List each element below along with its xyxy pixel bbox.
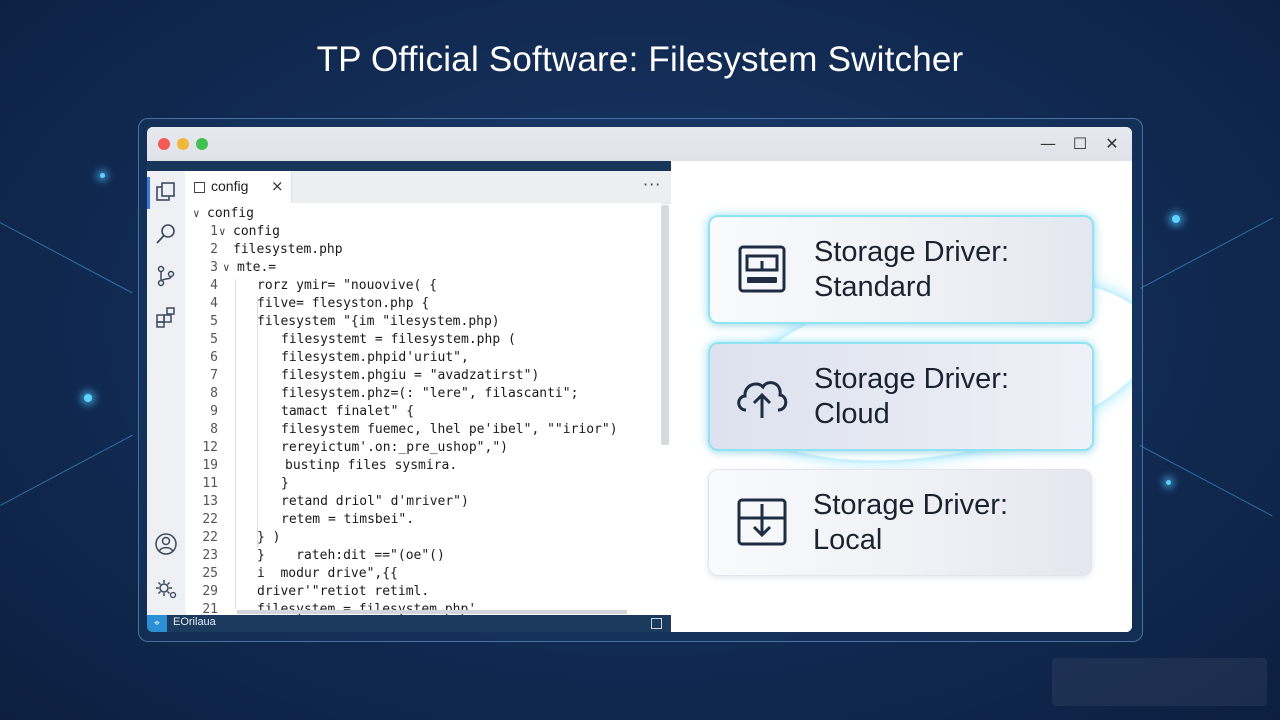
background-line-left-upper [0,222,133,294]
code-text: retand driol" d'mriver") [281,494,469,509]
storage-option-cloud[interactable]: Storage Driver: Cloud [708,342,1094,451]
storage-driver-panel: Storage Driver: Standard Storage Driver:… [671,161,1132,632]
tab-label: config [211,178,249,194]
indent-guide [257,297,258,547]
line-number: 29 [202,584,218,599]
storage-option-label: Storage Driver: Standard [814,236,1010,303]
active-indicator [147,177,150,209]
storage-option-standard[interactable]: Storage Driver: Standard [708,215,1094,324]
code-text: bustinp files sysmira. [285,458,458,473]
line-number: 9 [210,404,218,419]
line-number: 6 [210,350,218,365]
line-number: 23 [202,548,218,563]
code-text: mte.= [237,260,277,275]
storage-option-label: Storage Driver: Cloud [814,363,1010,430]
tab-config[interactable]: config × [185,171,292,203]
background-glow-dot [100,173,105,178]
source-control-icon[interactable] [153,263,179,289]
line-number: 4 [210,296,218,311]
line-number: 8 [210,386,218,401]
code-text: filesystem fuemec, lhel pe'ibel", ""irio… [281,422,618,437]
close-tab-icon[interactable]: × [271,177,284,195]
more-actions-icon[interactable]: ··· [643,175,661,194]
line-number: 19 [202,458,218,473]
fold-chevron-icon[interactable]: ∨ [223,259,230,277]
tab-bar: config × ··· [185,171,671,204]
app-window: — ☐ ✕ config × ··· ∨ config 1 config ∨ 2… [147,127,1132,632]
search-icon[interactable] [153,221,179,247]
line-number: 3 [210,260,218,275]
code-text: filesystem.phgiu = "avadzatirst") [281,368,540,383]
activity-bar [147,171,186,615]
maximize-button[interactable]: ☐ [1069,133,1091,155]
cloud-upload-icon [737,381,788,418]
code-text: config [233,224,280,239]
editor-top-bar [147,161,671,171]
files-icon[interactable] [153,179,179,205]
line-number: 22 [202,530,218,545]
vertical-scrollbar[interactable] [661,205,669,445]
indent-guide [235,279,236,609]
code-text: retem = timsbei". [281,512,415,527]
background-line-right-upper [1140,217,1273,289]
close-dot-button[interactable] [158,138,170,150]
code-text: } [281,476,289,491]
code-text: } rateh:dit =="(oe"() [257,548,445,563]
watermark [1052,658,1267,706]
layout-icon[interactable] [651,618,662,629]
storage-option-label: Storage Driver: Local [813,489,1009,556]
file-icon [194,182,205,193]
line-number: 13 [202,494,218,509]
line-number: 12 [202,440,218,455]
download-box-icon [737,498,787,546]
tree-root-text: config [207,206,254,221]
code-text: filesystem "{im "ilesystem.php) [257,314,500,329]
code-text: i modur drive",{{ [257,566,398,581]
status-bar: ⌖ EOrilaua [147,615,671,632]
code-text: } ) [257,530,281,545]
code-text: filve= flesyston.php { [257,296,430,311]
code-text: tamact finalet" { [281,404,415,419]
code-text: filesystem.php [233,242,343,257]
background-glow-dot [1172,215,1180,223]
code-text: rereyictum'.on:_pre_ushop",") [281,440,508,455]
drive-icon [738,245,786,293]
line-number: 8 [210,422,218,437]
extensions-icon[interactable] [153,305,179,331]
fold-chevron-icon[interactable]: ∨ [193,205,200,223]
line-number: 4 [210,278,218,293]
line-number: 22 [202,512,218,527]
background-glow-dot [1166,480,1171,485]
background-glow-dot [84,394,92,402]
line-number: 7 [210,368,218,383]
horizontal-scrollbar[interactable] [237,610,627,614]
minimize-button[interactable]: — [1037,133,1059,155]
title-bar: — ☐ ✕ [147,127,1132,161]
remote-icon[interactable]: ⌖ [147,615,167,632]
storage-option-local[interactable]: Storage Driver: Local [708,469,1092,576]
code-text: filesystem.phz=(: "lere", filascanti"; [281,386,579,401]
close-button[interactable]: ✕ [1101,133,1123,155]
code-text: rorz ymir= "nouovive( { [257,278,438,293]
page-title: TP Official Software: Filesystem Switche… [316,40,964,79]
fold-chevron-icon[interactable]: ∨ [219,223,226,241]
zoom-dot-button[interactable] [196,138,208,150]
background-line-left-lower [0,434,133,506]
settings-icon[interactable] [153,575,179,601]
line-number: 11 [202,476,218,491]
line-number: 25 [202,566,218,581]
code-text: filesystem.phpid'uriut", [281,350,469,365]
account-icon[interactable] [153,531,179,557]
line-number: 5 [210,332,218,347]
minimize-dot-button[interactable] [177,138,189,150]
code-text: filesystemt = filesystem.php ( [281,332,516,347]
code-text: driver'"retiot retiml. [257,584,430,599]
line-number: 2 [210,242,218,257]
background-line-right-lower [1139,445,1273,517]
line-number: 5 [210,314,218,329]
status-text: EOrilaua [173,616,216,628]
line-number: 1 [210,224,218,239]
code-editor[interactable]: ∨ config 1 config ∨ 2 filesystem.php 3 mte.= ∨ 4 ro… [185,203,661,617]
